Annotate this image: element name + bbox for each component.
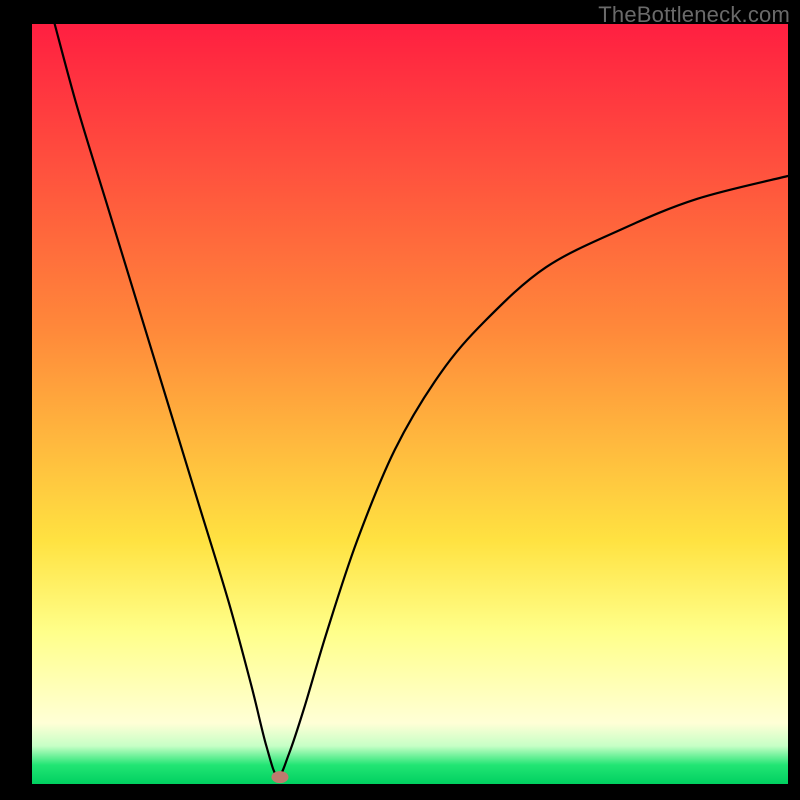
chart-root: TheBottleneck.com: [0, 0, 800, 800]
plot-background-gradient: [32, 24, 788, 784]
bottleneck-chart: [0, 0, 800, 800]
minimum-marker: [271, 771, 288, 783]
watermark-text: TheBottleneck.com: [598, 2, 790, 28]
